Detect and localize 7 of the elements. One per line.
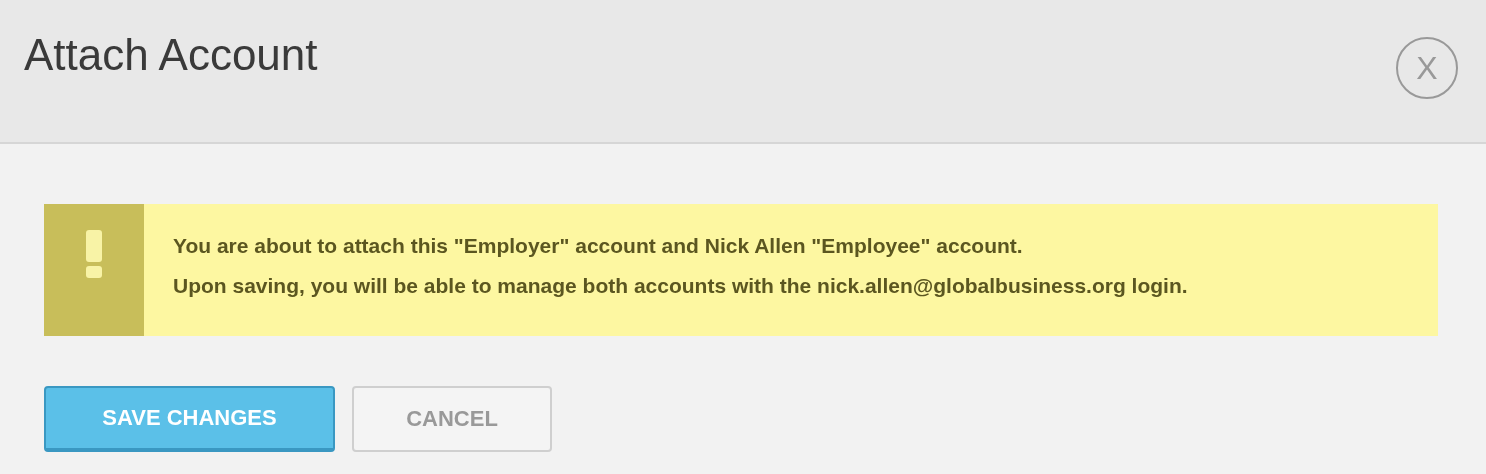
alert-message: Upon saving, you will be able to manage both accounts with the nick.allen@globalbusiness.org login.	[173, 273, 1188, 299]
dialog-title: Attach Account	[24, 30, 318, 80]
close-button[interactable]: X	[1396, 37, 1458, 99]
cancel-button[interactable]: CANCEL	[352, 386, 552, 452]
save-button[interactable]: SAVE CHANGES	[44, 386, 335, 452]
exclamation-icon	[85, 230, 103, 278]
alert-message: You are about to attach this "Employer" account and Nick Allen "Employee" account.	[173, 233, 1024, 259]
